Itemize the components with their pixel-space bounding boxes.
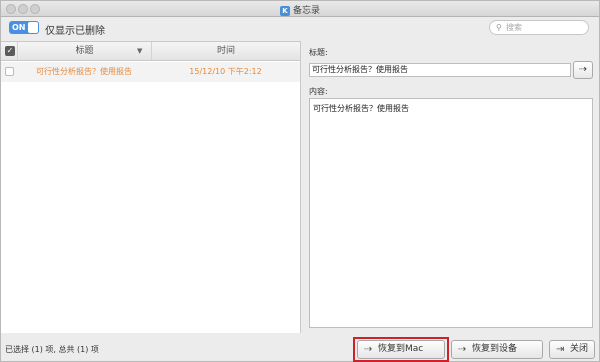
title-bar: K 备忘录 [1, 1, 599, 17]
status-bar: 已选择 (1) 项, 总共 (1) 项 ⇢ 恢复到Mac ⇢ 恢复到设备 ⇥ 关… [1, 334, 599, 362]
restore-device-icon: ⇢ [458, 344, 467, 355]
app-window: K备忘录 ON 仅显示已删除 ⚲ ✓ 标题 ▼ 时间 可行性分析报告？使用报告 … [0, 0, 600, 362]
toolbar: ON 仅显示已删除 ⚲ [1, 17, 599, 39]
export-title-button[interactable]: ⇢ [573, 61, 593, 79]
row-title-cell: 可行性分析报告？使用报告 [36, 67, 132, 76]
note-detail-panel: 标题: 可行性分析报告？使用报告 ⇢ 内容: 可行性分析报告？使用报告 [302, 41, 599, 333]
toggle-label: ON [12, 23, 26, 32]
close-button[interactable]: ⇥ 关闭 [549, 340, 595, 359]
search-box[interactable]: ⚲ [489, 20, 589, 35]
content-label: 内容: [309, 87, 328, 96]
deleted-only-label: 仅显示已删除 [45, 26, 105, 37]
restore-to-mac-button[interactable]: ⇢ 恢复到Mac [357, 340, 445, 359]
content-field[interactable]: 可行性分析报告？使用报告 [309, 98, 593, 328]
toggle-knob [28, 22, 38, 33]
select-all-checkbox[interactable]: ✓ [5, 46, 15, 56]
export-icon: ⇢ [578, 64, 588, 75]
restore-mac-icon: ⇢ [364, 344, 373, 355]
restore-to-device-button[interactable]: ⇢ 恢复到设备 [451, 340, 543, 359]
window-title: 备忘录 [292, 6, 320, 16]
restore-device-label: 恢复到设备 [472, 344, 518, 354]
window-title-group: K 备忘录 [1, 3, 599, 16]
search-input[interactable] [506, 22, 584, 33]
restore-mac-label: 恢复到Mac [378, 344, 424, 354]
sort-desc-icon: ▼ [137, 47, 143, 55]
deleted-only-toggle[interactable]: ON [9, 21, 39, 34]
column-header-title[interactable]: 标题 [17, 42, 151, 60]
title-label: 标题: [309, 48, 328, 57]
selection-status: 已选择 (1) 项, 总共 (1) 项 [5, 345, 99, 354]
row-checkbox[interactable] [5, 67, 14, 76]
notes-list-panel: ✓ 标题 ▼ 时间 可行性分析报告？使用报告 15/12/10 下午2:12 [1, 41, 301, 333]
column-header-time[interactable]: 时间 [151, 42, 300, 60]
exit-icon: ⇥ [556, 344, 565, 355]
close-label: 关闭 [570, 344, 589, 354]
table-row[interactable]: 可行性分析报告？使用报告 15/12/10 下午2:12 [1, 62, 300, 82]
row-time-cell: 15/12/10 下午2:12 [189, 67, 262, 76]
search-icon: ⚲ [496, 23, 502, 32]
app-icon: K [279, 5, 290, 16]
table-header: ✓ 标题 ▼ 时间 [1, 42, 300, 61]
title-field[interactable]: 可行性分析报告？使用报告 [309, 63, 571, 77]
